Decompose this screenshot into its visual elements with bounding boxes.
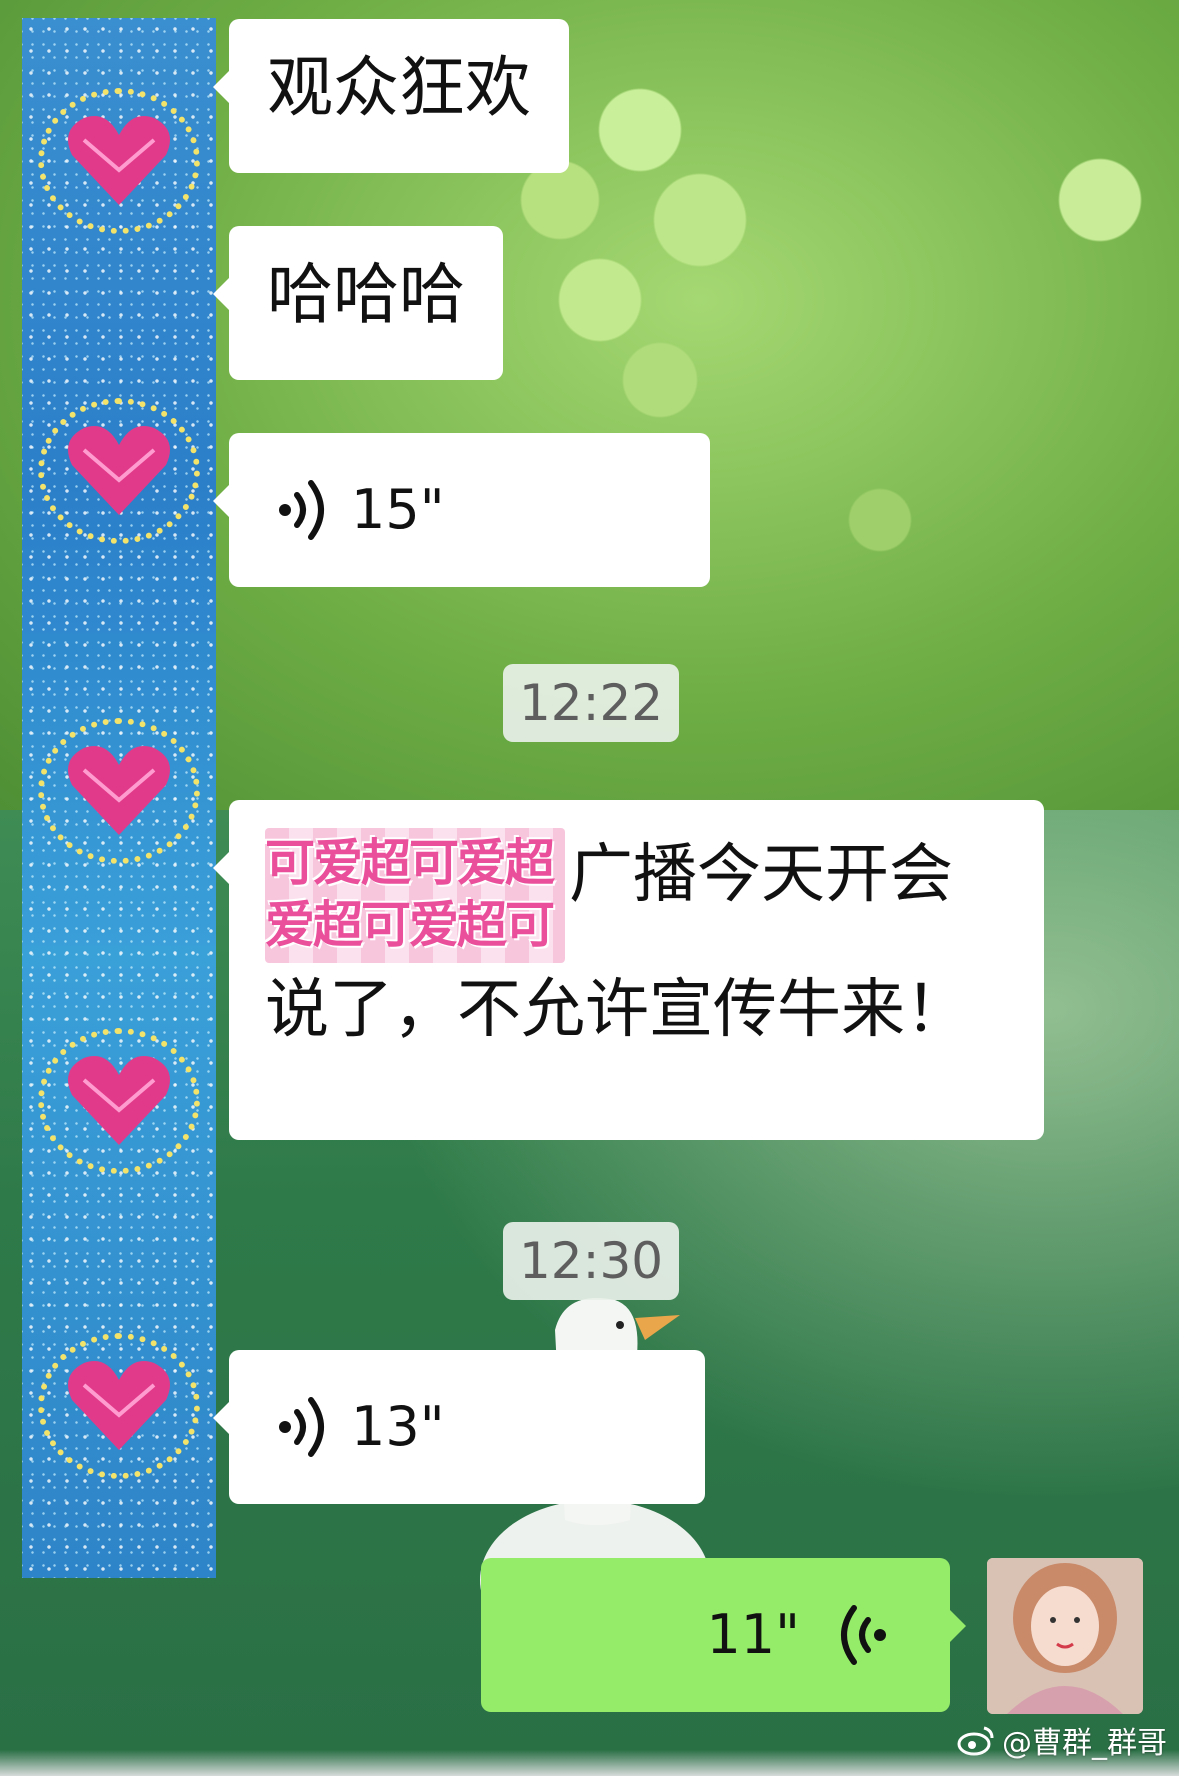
timestamp: 12:30	[503, 1222, 680, 1300]
decorative-strip	[22, 18, 216, 1578]
voice-wave-icon	[279, 480, 324, 540]
message-bubble[interactable]: 观众狂欢	[213, 19, 569, 173]
avatar[interactable]	[987, 1558, 1143, 1714]
message-text: 观众狂欢	[267, 49, 531, 126]
avatar-photo	[987, 1558, 1143, 1714]
voice-duration: 11"	[706, 1603, 800, 1666]
message-bubble[interactable]: 哈哈哈	[213, 226, 503, 380]
voice-message[interactable]: 15"	[213, 433, 710, 587]
heart-icon	[38, 718, 200, 864]
voice-wave-icon	[279, 1397, 324, 1457]
voice-message-sent[interactable]: 11"	[481, 1558, 966, 1712]
voice-message[interactable]: 13"	[213, 1350, 705, 1504]
voice-wave-icon	[841, 1605, 886, 1665]
sticker-text: 爱超可爱超可	[265, 896, 555, 954]
timestamp: 12:22	[503, 664, 680, 742]
voice-duration: 13"	[351, 1395, 445, 1458]
heart-icon	[38, 88, 200, 234]
message-text: 哈哈哈	[267, 256, 465, 333]
sticker-image: 可爱超可爱超 爱超可爱超可	[265, 828, 565, 963]
heart-icon	[38, 398, 200, 544]
voice-duration: 15"	[351, 478, 445, 541]
heart-icon	[38, 1028, 200, 1174]
message-bubble[interactable]: 可爱超可爱超 爱超可爱超可 广播今天开会说了，不允许宣传牛来！	[213, 800, 1044, 1140]
bottom-bar	[0, 1750, 1179, 1776]
heart-icon	[38, 1333, 200, 1479]
sticker-text: 可爱超可爱超	[265, 834, 555, 892]
